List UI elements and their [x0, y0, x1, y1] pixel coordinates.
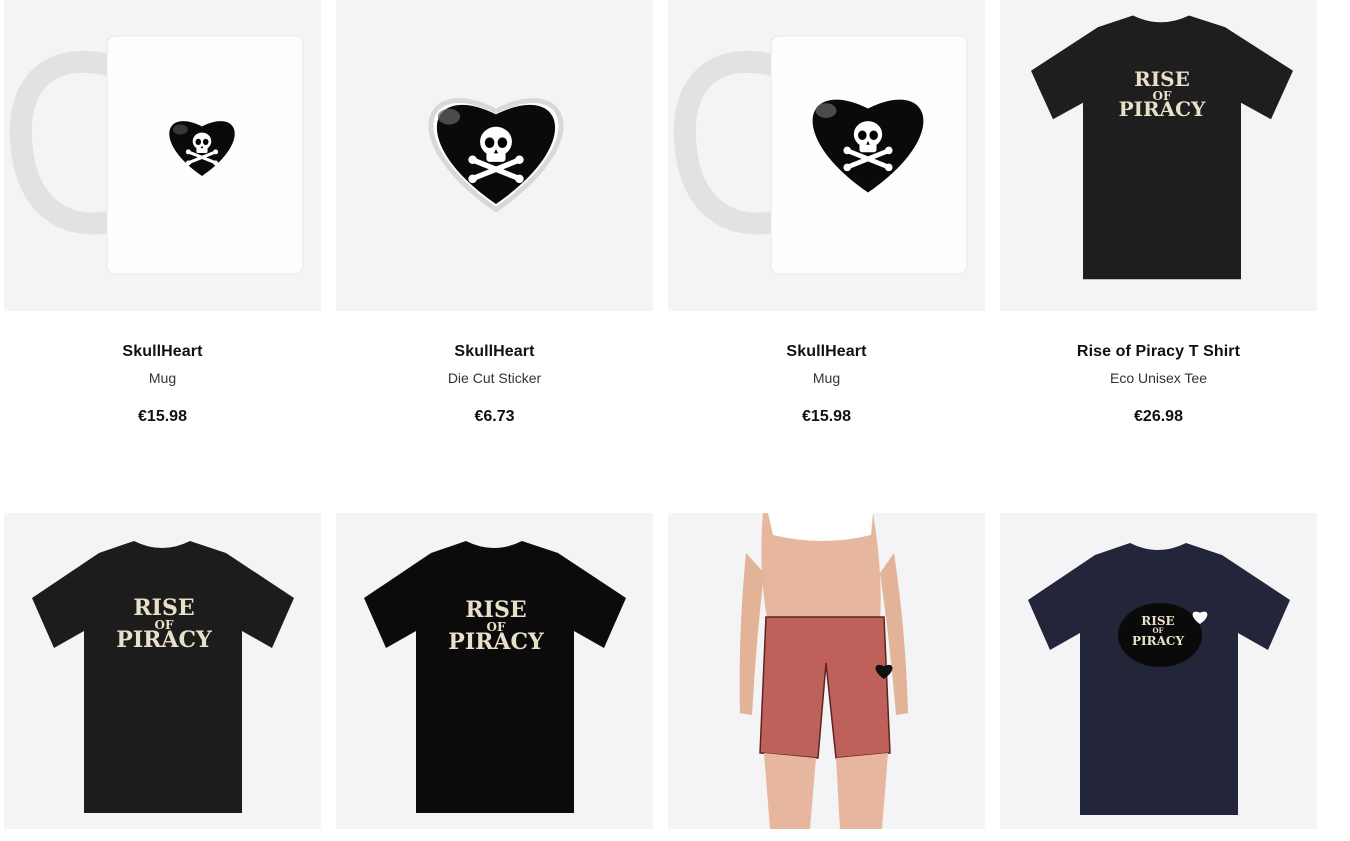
product-card[interactable]: SkullHeart Mug €15.98	[4, 0, 321, 426]
product-price: €15.98	[802, 408, 851, 425]
product-image[interactable]: RISE OF PIRACY	[4, 513, 321, 829]
product-card[interactable]: SkullHeart Die Cut Sticker €6.73	[336, 0, 653, 426]
svg-text:RISE: RISE	[1134, 67, 1190, 91]
svg-text:PIRACY: PIRACY	[1119, 97, 1206, 121]
product-image[interactable]	[336, 0, 653, 311]
product-image[interactable]: RISE OF PIRACY	[336, 513, 653, 829]
product-type: Eco Unisex Tee	[1109, 370, 1207, 386]
svg-text:PIRACY: PIRACY	[116, 627, 212, 653]
product-title[interactable]: SkullHeart	[4, 343, 321, 361]
product-card[interactable]	[668, 513, 985, 829]
product-title[interactable]: SkullHeart	[668, 343, 985, 361]
product-price: €15.98	[138, 408, 187, 425]
product-image[interactable]	[4, 0, 321, 311]
product-type: Die Cut Sticker	[447, 370, 542, 386]
svg-text:PIRACY: PIRACY	[1132, 634, 1184, 648]
product-card[interactable]: SkullHeart Mug €15.98	[668, 0, 985, 426]
product-card[interactable]: RISE OF PIRACY	[1000, 513, 1317, 829]
product-title[interactable]: Rise of Piracy T Shirt	[1000, 343, 1317, 361]
product-type: Mug	[812, 370, 841, 386]
svg-text:PIRACY: PIRACY	[448, 629, 544, 655]
product-title[interactable]: SkullHeart	[336, 343, 653, 361]
product-price: €26.98	[1134, 408, 1183, 425]
product-card[interactable]: RISE OF PIRACY Rise of Piracy T Shirt Ec…	[1000, 0, 1317, 426]
product-image[interactable]: RISE OF PIRACY	[1000, 513, 1317, 829]
product-image[interactable]: RISE OF PIRACY	[1000, 0, 1317, 311]
product-card[interactable]: RISE OF PIRACY	[336, 513, 653, 829]
product-type: Mug	[148, 370, 177, 386]
product-price: €6.73	[474, 408, 515, 425]
product-image[interactable]	[668, 513, 985, 829]
product-image[interactable]	[668, 0, 985, 311]
product-card[interactable]: RISE OF PIRACY	[4, 513, 321, 829]
